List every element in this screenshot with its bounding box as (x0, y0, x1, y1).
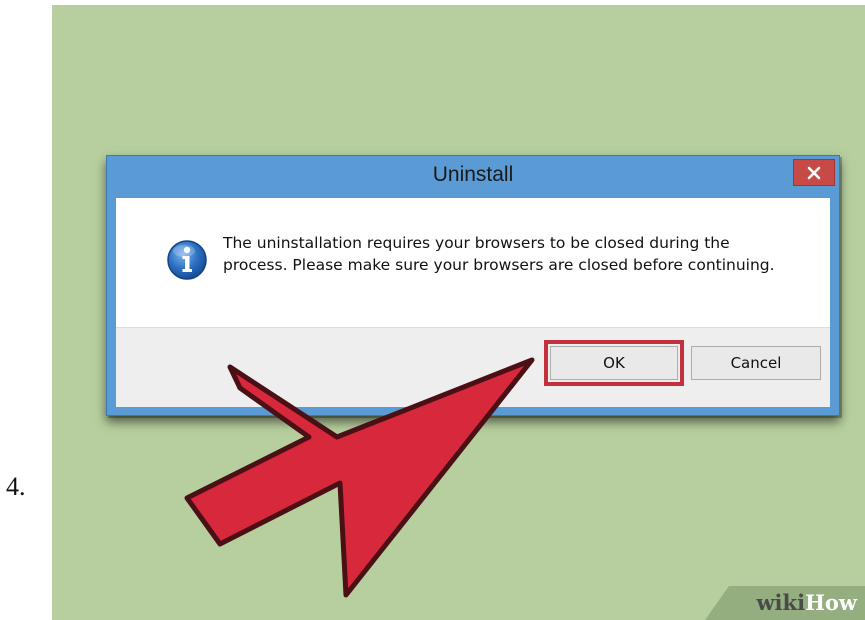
watermark-wiki: wiki (756, 590, 806, 615)
pointer-arrow-icon (184, 357, 535, 598)
watermark-how: How (805, 590, 857, 615)
step-illustration: Uninstall The uninstallation requires yo… (52, 5, 865, 620)
wikihow-watermark: wikiHow (705, 586, 865, 620)
step-number: 4. (6, 472, 26, 501)
